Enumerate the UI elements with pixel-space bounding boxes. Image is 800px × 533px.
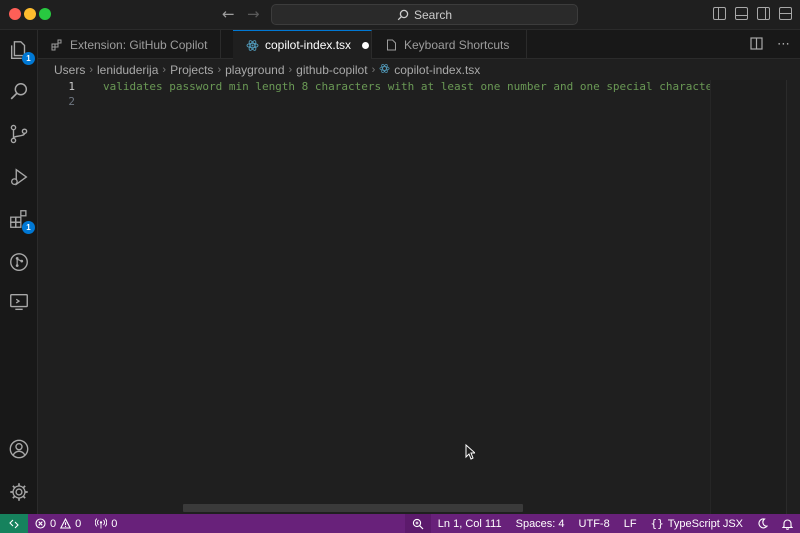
chevron-right-icon: ›: [288, 63, 293, 76]
language-mode[interactable]: {} TypeScript JSX: [644, 517, 750, 530]
cursor-position[interactable]: Ln 1, Col 111: [431, 518, 509, 530]
chevron-right-icon: ›: [162, 63, 167, 76]
moon-icon: [758, 518, 768, 529]
minimize-window-button[interactable]: [24, 8, 36, 20]
toggle-primary-sidebar-icon[interactable]: [713, 7, 726, 20]
eol-text: LF: [623, 517, 637, 530]
cursor-position-text: Ln 1, Col 111: [437, 517, 502, 530]
line-number: 1: [68, 80, 75, 93]
horizontal-scrollbar[interactable]: [183, 504, 523, 512]
bell-icon: [782, 518, 793, 530]
ports-count: 0: [111, 517, 118, 530]
account-icon: [9, 439, 29, 459]
tab-copilot-index[interactable]: copilot-index.tsx: [233, 30, 372, 59]
tab-label: Keyboard Shortcuts: [404, 37, 510, 52]
tab-label: Extension: GitHub Copilot: [70, 37, 208, 52]
remote-explorer-button[interactable]: [7, 290, 31, 314]
tab-label: copilot-index.tsx: [265, 38, 352, 52]
code-line[interactable]: validates password min length 8 characte…: [103, 80, 719, 93]
zoom-button[interactable]: [404, 514, 431, 533]
language-text: TypeScript JSX: [667, 517, 743, 530]
status-bar: 0 0 0 Ln 1, Col 111 Spaces: 4 UTF-8 LF {…: [0, 514, 800, 533]
remote-icon: [9, 519, 19, 528]
zoom-icon: [412, 518, 424, 529]
line-number: 2: [68, 95, 75, 108]
forward-arrow-icon[interactable]: →: [247, 5, 260, 23]
run-debug-button[interactable]: [7, 165, 31, 189]
accounts-button[interactable]: [7, 437, 31, 461]
back-arrow-icon[interactable]: ←: [222, 5, 235, 23]
extensions-button[interactable]: 1: [7, 207, 35, 234]
minimap[interactable]: [710, 80, 786, 514]
breadcrumb-item[interactable]: playground: [225, 63, 284, 77]
breadcrumb: Users › leniduderija › Projects › playgr…: [38, 59, 800, 80]
breadcrumb-item[interactable]: Projects: [170, 63, 213, 77]
toggle-panel-icon[interactable]: [735, 7, 748, 20]
editor-actions: ⋯: [750, 37, 790, 54]
more-actions-icon[interactable]: ⋯: [777, 37, 790, 54]
error-count: 0: [50, 517, 57, 530]
encoding[interactable]: UTF-8: [572, 518, 617, 530]
title-bar: ← → Search: [0, 0, 800, 30]
chevron-right-icon: ›: [217, 63, 222, 76]
manage-button[interactable]: [7, 480, 31, 504]
source-control-icon: [10, 124, 28, 144]
warning-icon: [60, 518, 72, 529]
explorer-badge: 1: [22, 52, 35, 65]
search-icon: [10, 83, 28, 100]
end-of-line[interactable]: LF: [617, 518, 644, 530]
activity-bar: 1 1: [0, 30, 38, 514]
search-view-button[interactable]: [7, 80, 31, 104]
code-editor[interactable]: 1 2 validates password min length 8 char…: [38, 80, 800, 514]
status-bar-right: Ln 1, Col 111 Spaces: 4 UTF-8 LF {} Type…: [404, 514, 800, 533]
run-debug-icon: [11, 168, 28, 186]
chevron-right-icon: ›: [371, 63, 376, 76]
unsaved-changes-dot-icon[interactable]: [362, 41, 370, 49]
notifications[interactable]: [775, 518, 800, 530]
breadcrumb-item[interactable]: copilot-index.tsx: [394, 63, 480, 77]
extension-icon: [50, 38, 64, 52]
chevron-right-icon: ›: [89, 63, 94, 76]
git-icon: [10, 253, 28, 271]
braces-icon: {}: [650, 517, 664, 530]
warning-count: 0: [75, 517, 82, 530]
vertical-scrollbar[interactable]: [786, 80, 800, 514]
explorer-button[interactable]: 1: [7, 38, 35, 65]
search-label: Search: [413, 7, 453, 22]
breadcrumb-item[interactable]: Users: [54, 63, 85, 77]
file-icon: [384, 38, 398, 52]
customize-layout-icon[interactable]: [779, 7, 792, 20]
react-file-icon: [245, 38, 259, 52]
editor-tab-bar: Extension: GitHub Copilot copilot-index.…: [38, 30, 800, 59]
remote-explorer-icon: [10, 293, 28, 311]
tab-keyboard-shortcuts[interactable]: Keyboard Shortcuts: [372, 30, 527, 59]
breadcrumb-item[interactable]: github-copilot: [296, 63, 367, 77]
react-file-icon: [379, 63, 390, 77]
line-number-gutter: 1 2: [38, 80, 93, 514]
ports-indicator[interactable]: 0: [88, 518, 124, 530]
close-window-button[interactable]: [9, 8, 21, 20]
breadcrumb-item[interactable]: leniduderija: [97, 63, 158, 77]
source-control-button[interactable]: [7, 122, 31, 146]
split-editor-icon[interactable]: [750, 37, 763, 54]
problems-indicator[interactable]: 0 0: [28, 518, 88, 530]
git-timeline-button[interactable]: [7, 250, 31, 274]
broadcast-icon: [95, 518, 108, 529]
indentation[interactable]: Spaces: 4: [509, 518, 572, 530]
indentation-text: Spaces: 4: [515, 517, 565, 530]
tab-extension-github-copilot[interactable]: Extension: GitHub Copilot: [38, 30, 221, 59]
search-icon: [397, 9, 409, 20]
command-center-search[interactable]: Search: [271, 4, 578, 25]
extensions-badge: 1: [22, 221, 35, 234]
gear-icon: [10, 483, 28, 501]
toggle-secondary-sidebar-icon[interactable]: [757, 7, 770, 20]
mouse-pointer-icon: [465, 444, 475, 460]
maximize-window-button[interactable]: [39, 8, 51, 20]
copilot-status[interactable]: [750, 518, 775, 529]
error-icon: [35, 518, 46, 529]
remote-indicator[interactable]: [0, 514, 28, 533]
encoding-text: UTF-8: [578, 517, 610, 530]
layout-controls: [713, 7, 792, 20]
